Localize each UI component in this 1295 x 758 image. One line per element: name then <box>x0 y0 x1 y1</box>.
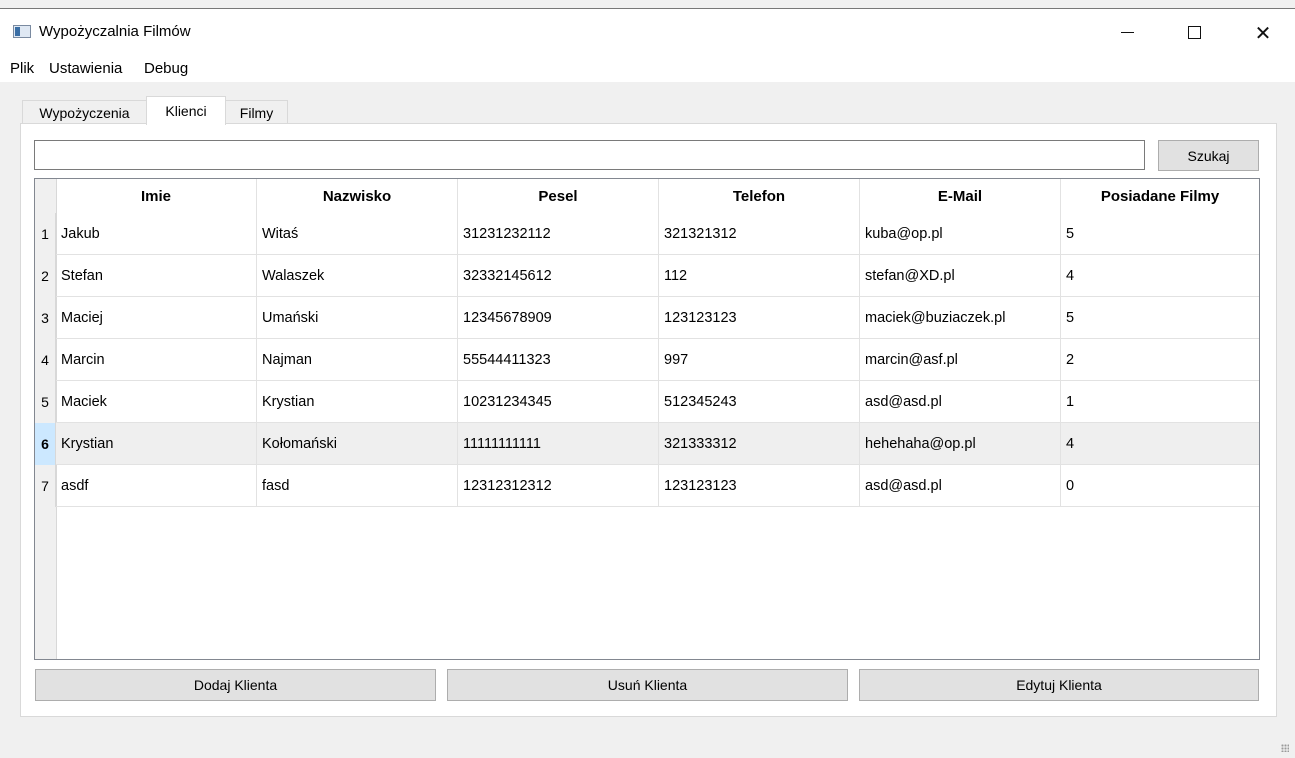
table-cell[interactable]: 10231234345 <box>458 381 659 422</box>
table-row[interactable]: 6 Krystian Kołomański 11111111111 321333312 h… <box>35 423 1259 465</box>
table-cell[interactable]: 12312312312 <box>458 465 659 506</box>
table-cell[interactable]: 1 <box>1061 381 1259 422</box>
row-number[interactable]: 6 <box>35 423 56 465</box>
menu-debug[interactable]: Debug <box>144 60 188 77</box>
table-cell[interactable]: 512345243 <box>659 381 860 422</box>
column-header-imie[interactable]: Imie <box>56 179 257 213</box>
window-title: Wypożyczalnia Filmów <box>39 23 191 40</box>
table-cell[interactable]: 11111111111 <box>458 423 659 464</box>
minimize-button[interactable] <box>1101 9 1153 56</box>
row-number[interactable]: 7 <box>35 465 56 507</box>
tab-filmy[interactable]: Filmy <box>225 100 288 124</box>
table-cell[interactable]: fasd <box>257 465 458 506</box>
table-cell[interactable]: 123123123 <box>659 465 860 506</box>
table-cell[interactable]: Marcin <box>56 339 257 380</box>
table-cell[interactable]: 5 <box>1061 213 1259 254</box>
table-cell[interactable]: 2 <box>1061 339 1259 380</box>
menu-ustawienia[interactable]: Ustawienia <box>49 60 122 77</box>
table-cell[interactable]: Stefan <box>56 255 257 296</box>
title-bar[interactable]: Wypożyczalnia Filmów ✕ <box>0 9 1295 56</box>
table-cell[interactable]: 321321312 <box>659 213 860 254</box>
table-cell[interactable]: Krystian <box>257 381 458 422</box>
table-row[interactable]: 2 Stefan Walaszek 32332145612 112 stefan@XD.p… <box>35 255 1259 297</box>
table-cell[interactable]: 12345678909 <box>458 297 659 338</box>
clients-table[interactable]: Imie Nazwisko Pesel Telefon E-Mail Posia… <box>34 178 1260 660</box>
main-window: Wypożyczalnia Filmów ✕ Plik Ustawienia D… <box>0 0 1295 758</box>
search-button[interactable]: Szukaj <box>1158 140 1259 171</box>
table-cell[interactable]: 5 <box>1061 297 1259 338</box>
table-row[interactable]: 5 Maciek Krystian 10231234345 512345243 asd@a… <box>35 381 1259 423</box>
table-cell[interactable]: Najman <box>257 339 458 380</box>
table-row[interactable]: 3 Maciej Umański 12345678909 123123123 maciek… <box>35 297 1259 339</box>
menu-bar: Plik Ustawienia Debug <box>0 56 1295 82</box>
search-input[interactable] <box>34 140 1145 170</box>
maximize-icon <box>1187 26 1201 39</box>
row-number[interactable]: 2 <box>35 255 56 297</box>
table-cell[interactable]: Witaś <box>257 213 458 254</box>
table-cell[interactable]: 321333312 <box>659 423 860 464</box>
table-cell[interactable]: 997 <box>659 339 860 380</box>
edit-client-button[interactable]: Edytuj Klienta <box>859 669 1259 701</box>
row-number[interactable]: 1 <box>35 213 56 255</box>
column-header-telefon[interactable]: Telefon <box>659 179 860 213</box>
table-cell[interactable]: Krystian <box>56 423 257 464</box>
tab-wypozyczenia[interactable]: Wypożyczenia <box>22 100 147 124</box>
column-header-email[interactable]: E-Mail <box>860 179 1061 213</box>
app-window-icon <box>13 25 31 38</box>
table-cell[interactable]: 0 <box>1061 465 1259 506</box>
table-cell[interactable]: 4 <box>1061 255 1259 296</box>
table-header: Imie Nazwisko Pesel Telefon E-Mail Posia… <box>56 179 1259 213</box>
resize-grip-icon[interactable] <box>1281 744 1289 752</box>
row-number[interactable]: 4 <box>35 339 56 381</box>
table-cell[interactable]: 55544411323 <box>458 339 659 380</box>
table-cell[interactable]: Kołomański <box>257 423 458 464</box>
table-cell[interactable]: stefan@XD.pl <box>860 255 1061 296</box>
table-row[interactable]: 7 asdf fasd 12312312312 123123123 asd@asd.pl 0 <box>35 465 1259 507</box>
tab-klienci[interactable]: Klienci <box>146 96 226 125</box>
close-icon: ✕ <box>1254 20 1272 45</box>
table-cell[interactable]: Maciej <box>56 297 257 338</box>
table-cell[interactable]: maciek@buziaczek.pl <box>860 297 1061 338</box>
table-cell[interactable]: kuba@op.pl <box>860 213 1061 254</box>
table-row[interactable]: 4 Marcin Najman 55544411323 997 marcin@asf.pl… <box>35 339 1259 381</box>
table-cell[interactable]: asdf <box>56 465 257 506</box>
row-number[interactable]: 5 <box>35 381 56 423</box>
close-button[interactable]: ✕ <box>1237 9 1289 56</box>
table-cell[interactable]: 4 <box>1061 423 1259 464</box>
table-cell[interactable]: Jakub <box>56 213 257 254</box>
table-cell[interactable]: Maciek <box>56 381 257 422</box>
table-cell[interactable]: marcin@asf.pl <box>860 339 1061 380</box>
add-client-button[interactable]: Dodaj Klienta <box>35 669 436 701</box>
column-header-pesel[interactable]: Pesel <box>458 179 659 213</box>
minimize-icon <box>1120 32 1134 33</box>
table-cell[interactable]: Walaszek <box>257 255 458 296</box>
row-number[interactable]: 3 <box>35 297 56 339</box>
column-header-nazwisko[interactable]: Nazwisko <box>257 179 458 213</box>
delete-client-button[interactable]: Usuń Klienta <box>447 669 848 701</box>
table-cell[interactable]: 112 <box>659 255 860 296</box>
table-cell[interactable]: asd@asd.pl <box>860 465 1061 506</box>
table-cell[interactable]: 31231232112 <box>458 213 659 254</box>
menu-plik[interactable]: Plik <box>10 60 34 77</box>
table-cell[interactable]: asd@asd.pl <box>860 381 1061 422</box>
table-cell[interactable]: 123123123 <box>659 297 860 338</box>
table-cell[interactable]: Umański <box>257 297 458 338</box>
maximize-button[interactable] <box>1168 9 1220 56</box>
table-cell[interactable]: 32332145612 <box>458 255 659 296</box>
table-row[interactable]: 1 Jakub Witaś 31231232112 321321312 kuba@op.p… <box>35 213 1259 255</box>
column-header-posiadane-filmy[interactable]: Posiadane Filmy <box>1061 179 1259 213</box>
table-cell[interactable]: hehehaha@op.pl <box>860 423 1061 464</box>
